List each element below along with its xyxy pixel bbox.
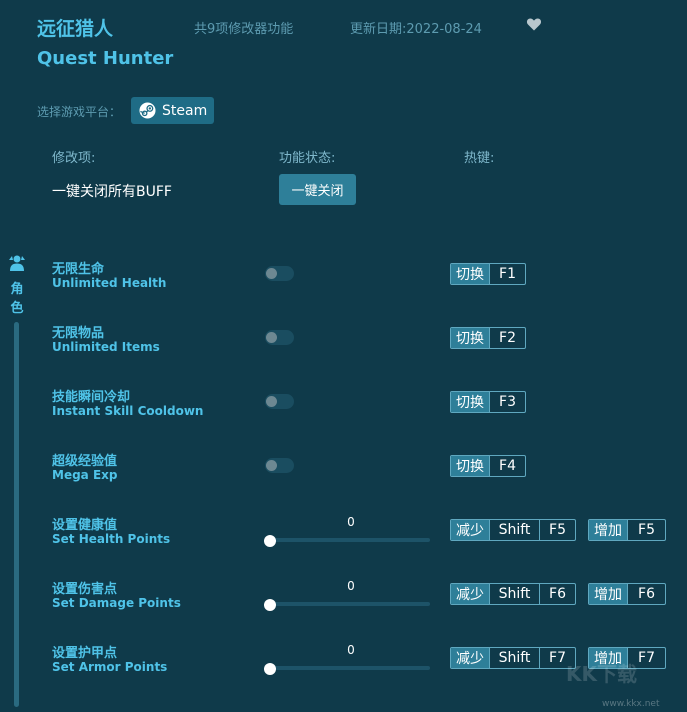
slider-value: 0 bbox=[347, 515, 355, 529]
toggle-knob bbox=[266, 332, 277, 343]
instant-skill-cooldown-toggle[interactable] bbox=[265, 394, 294, 409]
item-name-cn: 设置护甲点 bbox=[52, 646, 118, 661]
hotkey-key: F3 bbox=[489, 392, 525, 412]
steam-button-label: Steam bbox=[162, 102, 208, 119]
damage-points-slider-thumb[interactable] bbox=[264, 599, 276, 611]
health-increase-hotkey[interactable]: 增加 F5 bbox=[588, 519, 666, 541]
column-header-hotkey: 热键: bbox=[464, 151, 495, 166]
watermark-logo: KK下载 bbox=[566, 662, 637, 686]
platform-label: 选择游戏平台： bbox=[37, 105, 122, 119]
slider-value: 0 bbox=[347, 643, 355, 657]
hotkey-action: 减少 bbox=[451, 584, 489, 604]
hotkey-action: 切换 bbox=[451, 264, 489, 284]
hotkey-action: 增加 bbox=[589, 520, 627, 540]
item-name-en: Set Damage Points bbox=[52, 596, 181, 610]
hotkey-key: F5 bbox=[627, 520, 665, 540]
unlimited-health-hotkey[interactable]: 切换 F1 bbox=[450, 263, 526, 285]
steam-platform-button[interactable]: Steam bbox=[131, 97, 214, 124]
armor-decrease-hotkey[interactable]: 减少 Shift F7 bbox=[450, 647, 576, 669]
item-name-cn: 设置伤害点 bbox=[52, 582, 118, 597]
item-name-cn: 设置健康值 bbox=[52, 518, 118, 533]
hotkey-key: F6 bbox=[539, 584, 575, 604]
disable-all-buff-label: 一键关闭所有BUFF bbox=[52, 184, 172, 200]
damage-increase-hotkey[interactable]: 增加 F6 bbox=[588, 583, 666, 605]
hotkey-modifier: Shift bbox=[489, 520, 539, 540]
update-date: 更新日期:2022-08-24 bbox=[350, 22, 482, 37]
page-title-cn: 远征猎人 bbox=[37, 18, 114, 40]
item-name-en: Instant Skill Cooldown bbox=[52, 404, 204, 418]
character-icon bbox=[9, 255, 25, 271]
item-name-en: Set Health Points bbox=[52, 532, 171, 546]
unlimited-items-hotkey[interactable]: 切换 F2 bbox=[450, 327, 526, 349]
mega-exp-hotkey[interactable]: 切换 F4 bbox=[450, 455, 526, 477]
category-label[interactable]: 角色 bbox=[10, 280, 24, 318]
heart-icon[interactable] bbox=[526, 16, 542, 32]
armor-points-slider-track[interactable] bbox=[266, 666, 430, 670]
item-name-cn: 无限物品 bbox=[52, 326, 105, 341]
hotkey-modifier: Shift bbox=[489, 584, 539, 604]
item-name-en: Unlimited Items bbox=[52, 340, 160, 354]
hotkey-action: 减少 bbox=[451, 520, 489, 540]
instant-skill-cooldown-hotkey[interactable]: 切换 F3 bbox=[450, 391, 526, 413]
hotkey-action: 增加 bbox=[589, 584, 627, 604]
damage-points-slider-track[interactable] bbox=[266, 602, 430, 606]
hotkey-key: F1 bbox=[489, 264, 525, 284]
hotkey-action: 切换 bbox=[451, 456, 489, 476]
column-header-status: 功能状态: bbox=[279, 151, 336, 166]
category-scrollbar[interactable] bbox=[14, 322, 19, 707]
hotkey-key: F6 bbox=[627, 584, 665, 604]
steam-icon bbox=[139, 102, 156, 119]
item-name-cn: 超级经验值 bbox=[52, 454, 118, 469]
hotkey-key: F5 bbox=[539, 520, 575, 540]
hotkey-modifier: Shift bbox=[489, 648, 539, 668]
disable-all-button[interactable]: 一键关闭 bbox=[279, 174, 356, 205]
hotkey-key: F2 bbox=[489, 328, 525, 348]
health-points-slider-track[interactable] bbox=[266, 538, 430, 542]
hotkey-key: F4 bbox=[489, 456, 525, 476]
damage-decrease-hotkey[interactable]: 减少 Shift F6 bbox=[450, 583, 576, 605]
mega-exp-toggle[interactable] bbox=[265, 458, 294, 473]
slider-value: 0 bbox=[347, 579, 355, 593]
item-name-en: Set Armor Points bbox=[52, 660, 168, 674]
toggle-knob bbox=[266, 268, 277, 279]
watermark-url: www.kkx.net bbox=[602, 699, 660, 709]
unlimited-items-toggle[interactable] bbox=[265, 330, 294, 345]
armor-points-slider-thumb[interactable] bbox=[264, 663, 276, 675]
toggle-knob bbox=[266, 460, 277, 471]
item-name-cn: 无限生命 bbox=[52, 262, 105, 277]
item-name-cn: 技能瞬间冷却 bbox=[52, 390, 131, 405]
toggle-knob bbox=[266, 396, 277, 407]
item-name-en: Mega Exp bbox=[52, 468, 118, 482]
unlimited-health-toggle[interactable] bbox=[265, 266, 294, 281]
hotkey-action: 切换 bbox=[451, 328, 489, 348]
hotkey-action: 切换 bbox=[451, 392, 489, 412]
page-title-en: Quest Hunter bbox=[37, 48, 174, 69]
column-header-item: 修改项: bbox=[52, 151, 96, 166]
hotkey-action: 减少 bbox=[451, 648, 489, 668]
feature-count: 共9项修改器功能 bbox=[194, 22, 294, 37]
item-name-en: Unlimited Health bbox=[52, 276, 167, 290]
health-points-slider-thumb[interactable] bbox=[264, 535, 276, 547]
health-decrease-hotkey[interactable]: 减少 Shift F5 bbox=[450, 519, 576, 541]
